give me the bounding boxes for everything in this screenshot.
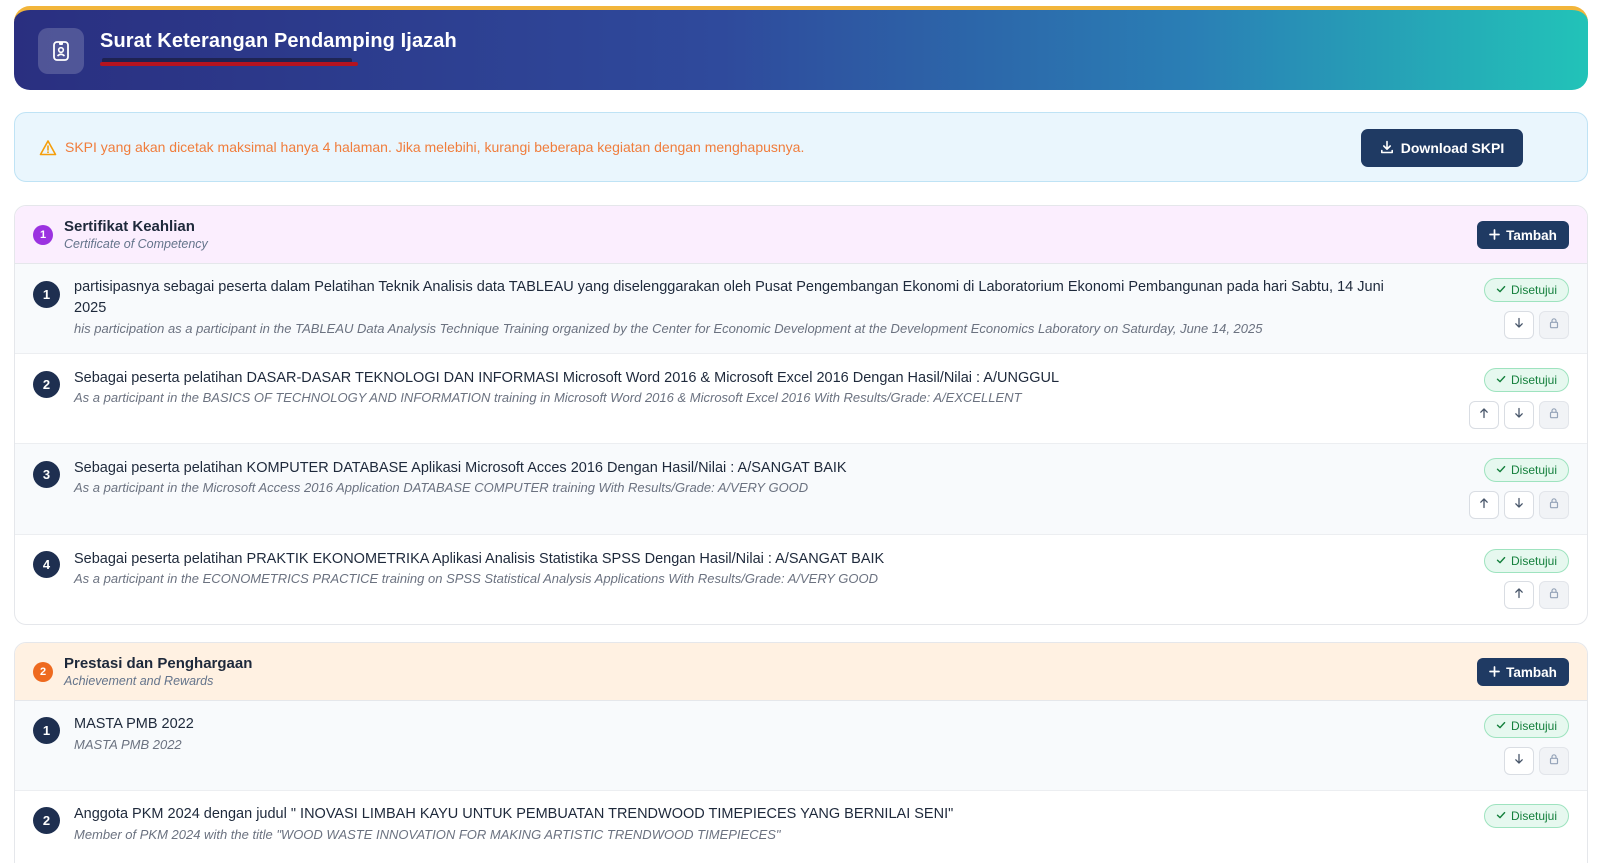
status-label: Disetujui: [1510, 809, 1558, 823]
item-number: 4: [33, 551, 60, 578]
item-number: 1: [33, 717, 60, 744]
status-label: Disetujui: [1510, 373, 1558, 387]
list-item: 1 partisipasnya sebagai peserta dalam Pe…: [15, 264, 1587, 354]
item-title: Anggota PKM 2024 dengan judul " INOVASI …: [74, 806, 954, 822]
item-subtitle: As a participant in the BASICS OF TECHNO…: [74, 390, 1022, 405]
section-title: Prestasi dan Penghargaan: [64, 655, 253, 672]
section-title: Sertifikat Keahlian: [64, 218, 195, 235]
item-number: 2: [33, 371, 60, 398]
lock-button[interactable]: [1539, 747, 1569, 775]
arrow-down-icon: [1513, 316, 1525, 334]
notice-text: SKPI yang akan dicetak maksimal hanya 4 …: [65, 139, 805, 155]
section-subtitle: Certificate of Competency: [64, 237, 208, 251]
lock-icon: [1548, 752, 1560, 770]
check-icon: [1496, 554, 1506, 568]
add-label: Tambah: [1506, 664, 1557, 680]
item-number: 1: [33, 281, 60, 308]
item-title: Sebagai peserta pelatihan PRAKTIK EKONOM…: [74, 551, 885, 567]
status-badge: Disetujui: [1484, 804, 1569, 828]
lock-icon: [1548, 406, 1560, 424]
item-subtitle: Member of PKM 2024 with the title "WOOD …: [74, 827, 781, 842]
lock-button[interactable]: [1539, 491, 1569, 519]
move-down-button[interactable]: [1504, 491, 1534, 519]
list-item: 2 Anggota PKM 2024 dengan judul " INOVAS…: [15, 791, 1587, 863]
section-header: 1 Sertifikat Keahlian Certificate of Com…: [15, 206, 1587, 264]
lock-button[interactable]: [1539, 401, 1569, 429]
status-badge: Disetujui: [1484, 278, 1569, 302]
add-label: Tambah: [1506, 227, 1557, 243]
status-label: Disetujui: [1510, 554, 1558, 568]
lock-icon: [1548, 496, 1560, 514]
move-up-button[interactable]: [1504, 581, 1534, 609]
lock-button[interactable]: [1539, 581, 1569, 609]
status-badge: Disetujui: [1484, 549, 1569, 573]
item-title: MASTA PMB 2022: [74, 716, 194, 732]
section-header: 2 Prestasi dan Penghargaan Achievement a…: [15, 643, 1587, 701]
check-icon: [1496, 373, 1506, 387]
item-number: 2: [33, 807, 60, 834]
item-subtitle: MASTA PMB 2022: [74, 737, 182, 752]
item-subtitle: his participation as a participant in th…: [74, 321, 1263, 336]
add-certificate-button[interactable]: Tambah: [1477, 221, 1569, 249]
status-badge: Disetujui: [1484, 458, 1569, 482]
check-icon: [1496, 463, 1506, 477]
check-icon: [1496, 809, 1506, 823]
arrow-down-icon: [1513, 406, 1525, 424]
status-label: Disetujui: [1510, 283, 1558, 297]
list-item: 2 Sebagai peserta pelatihan DASAR-DASAR …: [15, 354, 1587, 444]
warning-icon: [39, 139, 57, 157]
plus-icon: [1489, 228, 1500, 243]
move-down-button[interactable]: [1504, 311, 1534, 339]
download-skpi-button[interactable]: Download SKPI: [1361, 129, 1523, 167]
add-achievement-button[interactable]: Tambah: [1477, 658, 1569, 686]
move-up-button[interactable]: [1469, 401, 1499, 429]
status-label: Disetujui: [1510, 463, 1558, 477]
item-title: Sebagai peserta pelatihan KOMPUTER DATAB…: [74, 460, 847, 476]
redacted-student-info: [100, 58, 360, 68]
lock-icon: [1548, 316, 1560, 334]
item-subtitle: As a participant in the ECONOMETRICS PRA…: [74, 571, 879, 586]
lock-icon: [1548, 586, 1560, 604]
move-down-button[interactable]: [1504, 401, 1534, 429]
arrow-down-icon: [1513, 496, 1525, 514]
item-number: 3: [33, 461, 60, 488]
section-sertifikat-keahlian: 1 Sertifikat Keahlian Certificate of Com…: [14, 205, 1588, 625]
arrow-up-icon: [1478, 406, 1490, 424]
arrow-up-icon: [1478, 496, 1490, 514]
page-header: Surat Keterangan Pendamping Ijazah: [14, 6, 1588, 90]
status-badge: Disetujui: [1484, 368, 1569, 392]
page-title: Surat Keterangan Pendamping Ijazah: [100, 30, 457, 52]
download-icon: [1380, 140, 1394, 157]
plus-icon: [1489, 665, 1500, 680]
item-subtitle: As a participant in the Microsoft Access…: [74, 480, 809, 495]
item-title: Sebagai peserta pelatihan DASAR-DASAR TE…: [74, 370, 1060, 386]
status-badge: Disetujui: [1484, 714, 1569, 738]
arrow-down-icon: [1513, 752, 1525, 770]
notice-banner: SKPI yang akan dicetak maksimal hanya 4 …: [14, 112, 1588, 182]
id-badge-icon: [38, 28, 84, 74]
section-number: 2: [33, 662, 53, 682]
section-number: 1: [33, 225, 53, 245]
check-icon: [1496, 283, 1506, 297]
list-item: 3 Sebagai peserta pelatihan KOMPUTER DAT…: [15, 444, 1587, 535]
move-up-button[interactable]: [1469, 491, 1499, 519]
lock-button[interactable]: [1539, 311, 1569, 339]
move-down-button[interactable]: [1504, 747, 1534, 775]
arrow-up-icon: [1513, 586, 1525, 604]
item-title: partisipasnya sebagai peserta dalam Pela…: [74, 279, 1384, 316]
section-prestasi-penghargaan: 2 Prestasi dan Penghargaan Achievement a…: [14, 642, 1588, 863]
download-label: Download SKPI: [1400, 140, 1505, 156]
list-item: 1 MASTA PMB 2022 MASTA PMB 2022 Disetuju…: [15, 701, 1587, 791]
list-item: 4 Sebagai peserta pelatihan PRAKTIK EKON…: [15, 535, 1587, 624]
status-label: Disetujui: [1510, 719, 1558, 733]
check-icon: [1496, 719, 1506, 733]
section-subtitle: Achievement and Rewards: [64, 674, 214, 688]
